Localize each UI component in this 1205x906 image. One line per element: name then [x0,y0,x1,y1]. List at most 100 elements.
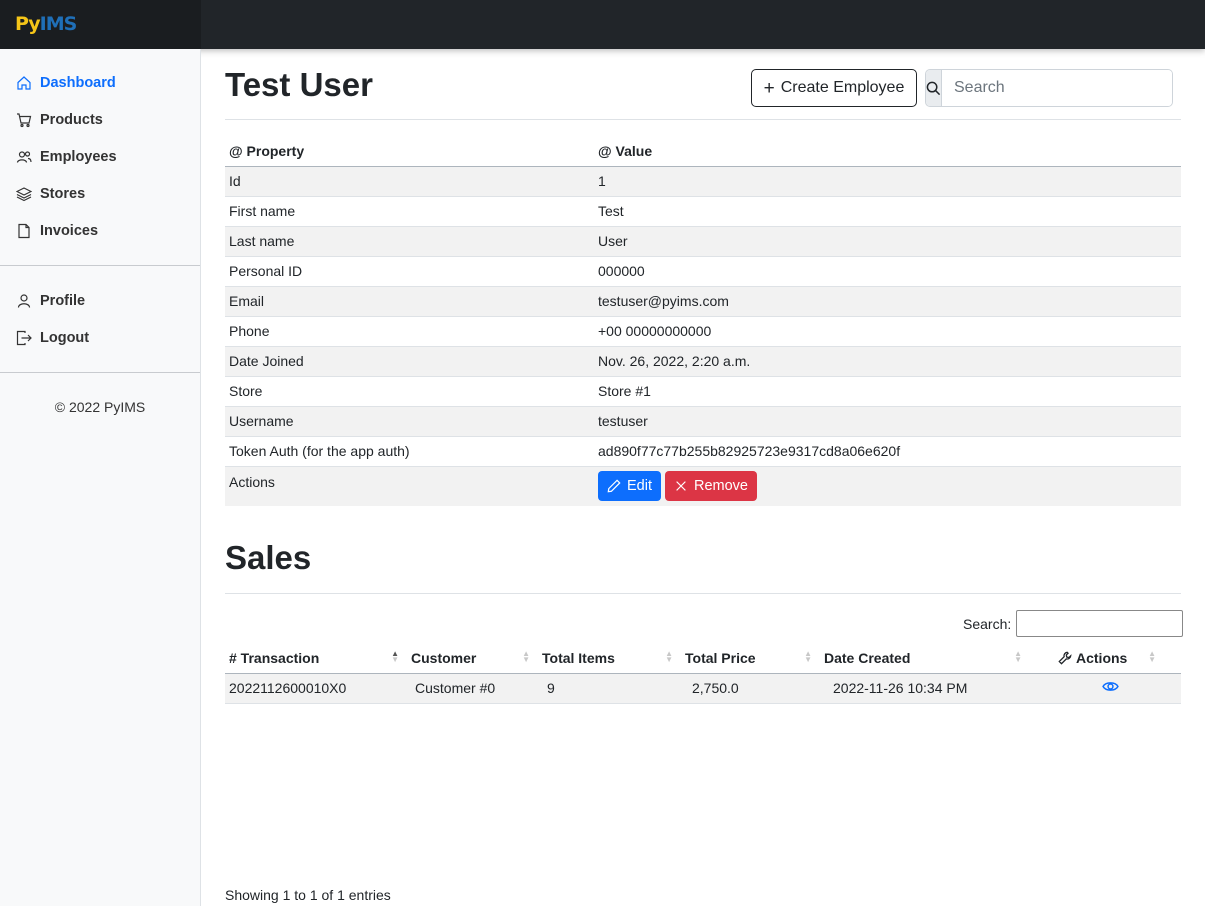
search-addon[interactable] [926,70,942,106]
brand-logo-part1: Py [15,13,41,35]
sort-icon: ▲ ▼ [804,649,812,664]
table-row: Personal ID 000000 [225,255,1181,286]
column-header-total-price[interactable]: Total Price ▲ ▼ [681,643,820,674]
sidebar-item-label: Profile [40,293,86,309]
top-navbar: PyIMS [0,0,1205,49]
column-header-label: Actions [1076,649,1128,666]
sort-icon: ▲ ▼ [1148,649,1156,664]
column-header-date-created[interactable]: Date Created ▲ ▼ [820,643,1030,674]
value-cell: Store #1 [594,375,1181,406]
table-row: Phone +00 00000000000 [225,315,1181,346]
remove-button[interactable]: Remove [665,470,757,501]
property-cell: Date Joined [225,345,594,376]
sales-table: # Transaction ▲ ▼ Customer ▲ ▼ Total Items ▲ ▼… [225,643,1181,704]
actions-cell: Edit Remove [594,465,1181,506]
sales-title: Sales [225,539,312,576]
table-row: Id 1 [225,165,1181,196]
column-header-customer[interactable]: Customer ▲ ▼ [407,643,538,674]
value-cell: +00 00000000000 [594,315,1181,346]
create-employee-button[interactable]: + Create Employee [751,69,917,107]
cart-icon [17,113,32,128]
table-row-actions: Actions Edit Remove [225,465,1181,506]
sidebar-divider [0,372,200,373]
view-icon[interactable] [1102,682,1119,698]
wrench-icon [1058,650,1076,666]
date-created-cell: 2022-11-26 10:34 PM [820,673,1030,704]
total-price-cell: 2,750.0 [681,673,820,704]
value-cell: Test [594,195,1181,226]
brand-area[interactable]: PyIMS [0,0,201,49]
sidebar-item-label: Invoices [40,223,99,239]
person-icon [17,294,31,308]
plus-icon: + [763,77,775,99]
copyright: © 2022 PyIMS [54,399,146,415]
table-row: Username testuser [225,405,1181,436]
value-cell: testuser@pyims.com [594,285,1181,316]
value-cell: Nov. 26, 2022, 2:20 a.m. [594,345,1181,376]
sidebar-item-dashboard[interactable]: Dashboard [16,72,116,94]
value-cell: 1 [594,165,1181,196]
value-cell: testuser [594,405,1181,436]
sort-icon: ▲ ▼ [522,649,530,664]
value-cell: User [594,225,1181,256]
layers-icon [16,187,32,202]
column-header-property: @ Property [225,136,594,167]
table-info: Showing 1 to 1 of 1 entries [225,887,391,903]
table-row: Token Auth (for the app auth) ad890f77c77… [225,435,1181,466]
sort-icon: ▲ ▼ [665,649,673,664]
property-cell: First name [225,195,594,226]
table-row: Date Joined Nov. 26, 2022, 2:20 a.m. [225,345,1181,376]
property-cell: Phone [225,315,594,346]
edit-button[interactable]: Edit [598,470,661,501]
property-cell: Token Auth (for the app auth) [225,435,594,466]
sidebar-item-invoices[interactable]: Invoices [16,220,98,242]
sidebar-item-label: Products [40,112,103,128]
column-header-transaction[interactable]: # Transaction ▲ ▼ [225,643,407,674]
edit-button-label: Edit [627,477,652,494]
column-header-label: Total Items [542,649,615,666]
sidebar-divider [0,265,200,266]
column-header-label: Customer [411,649,477,666]
search-group [925,69,1173,107]
sidebar-item-label: Dashboard [40,75,116,91]
column-header-value: @ Value [594,136,1181,167]
people-icon [16,151,32,163]
value-cell: 000000 [594,255,1181,286]
total-items-cell: 9 [538,673,681,704]
property-cell: Email [225,285,594,316]
sidebar-item-employees[interactable]: Employees [16,146,117,168]
actions-cell [1030,673,1181,704]
column-header-label: # Transaction [229,649,320,666]
property-cell: Last name [225,225,594,256]
column-header-actions[interactable]: Actions ▲ ▼ [1030,643,1181,674]
title-divider [225,119,1181,120]
column-header-label: Total Price [685,649,756,666]
employee-details-table: @ Property @ Value Id 1 First name Test Last… [225,136,1181,506]
search-input[interactable] [942,70,1172,106]
create-employee-label: Create Employee [780,79,905,96]
value-cell: ad890f77c77b255b82925723e9317cd8a06e620f [594,435,1181,466]
sales-search-input[interactable] [1016,610,1184,637]
sort-icon: ▲ ▼ [1014,649,1022,664]
transaction-cell: 2022112600010X0 [225,673,407,704]
brand-logo-part2: IMS [39,13,78,35]
property-cell: Personal ID [225,255,594,286]
column-header-total-items[interactable]: Total Items ▲ ▼ [538,643,681,674]
page-title: Test User [225,66,373,103]
table-row: Email testuser@pyims.com [225,285,1181,316]
sidebar-item-products[interactable]: Products [16,109,103,131]
sidebar-item-label: Logout [40,330,90,346]
sales-divider [225,593,1181,594]
logout-icon [16,330,32,346]
column-header-label: Date Created [824,649,911,666]
sidebar-item-stores[interactable]: Stores [16,183,85,205]
sidebar-item-logout[interactable]: Logout [16,327,89,349]
table-row: First name Test [225,195,1181,226]
table-row: 2022112600010X0 Customer #0 9 2,750.0 20… [225,673,1181,704]
sidebar-item-label: Employees [40,149,117,165]
property-cell: Id [225,165,594,196]
sidebar-item-profile[interactable]: Profile [16,290,85,312]
brand-logo[interactable]: PyIMS [15,13,78,35]
sort-icon: ▲ ▼ [391,649,399,664]
home-icon [17,76,31,90]
